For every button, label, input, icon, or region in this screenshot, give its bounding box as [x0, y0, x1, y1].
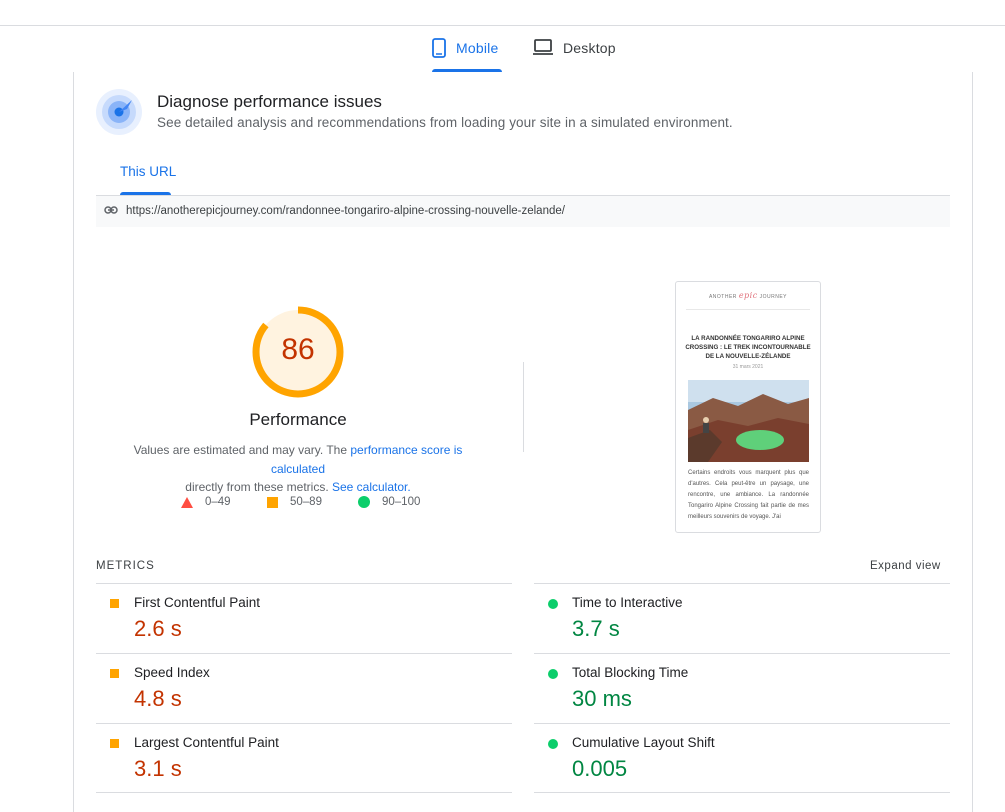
expand-view-button[interactable]: Expand view — [870, 560, 941, 572]
metrics-heading: METRICS — [96, 560, 155, 572]
performance-label: Performance — [249, 410, 347, 429]
tab-mobile-label: Mobile — [456, 40, 499, 56]
legend-average: 50–89 — [267, 496, 322, 508]
metric-label: Total Blocking Time — [572, 665, 689, 680]
tab-desktop[interactable]: Desktop — [533, 38, 623, 72]
legend-fail: 0–49 — [181, 496, 231, 508]
circle-icon — [358, 496, 370, 508]
lab-data-icon — [96, 89, 142, 135]
legend-pass-range: 90–100 — [382, 496, 421, 508]
metric-value: 30 ms — [572, 686, 632, 711]
article-body: Certains endroits vous marquent plus que… — [688, 470, 809, 520]
metric-total-blocking-time[interactable]: Total Blocking Time 30 ms — [534, 653, 950, 723]
metric-value: 4.8 s — [134, 686, 182, 711]
device-tabs: Mobile Desktop — [0, 26, 1005, 72]
metric-first-contentful-paint[interactable]: First Contentful Paint 2.6 s — [96, 583, 512, 653]
average-square-icon — [110, 669, 119, 678]
average-square-icon — [110, 739, 119, 748]
score-note-middle: directly from these metrics. — [185, 480, 332, 494]
smartphone-icon — [432, 38, 446, 58]
metrics-left-column: First Contentful Paint 2.6 s Speed Index… — [96, 583, 512, 793]
metric-speed-index[interactable]: Speed Index 4.8 s — [96, 653, 512, 723]
diagnose-title: Diagnose performance issues — [157, 92, 382, 111]
metric-largest-contentful-paint[interactable]: Largest Contentful Paint 3.1 s — [96, 723, 512, 793]
tab-desktop-label: Desktop — [563, 40, 616, 56]
metric-value: 0.005 — [572, 756, 628, 781]
site-header-divider — [686, 309, 810, 310]
final-screenshot: ANOTHER epic JOURNEY LA RANDONNÉE TONGAR… — [675, 281, 821, 533]
performance-score: 86 — [281, 333, 315, 366]
legend-pass: 90–100 — [358, 496, 420, 508]
article-title: LA RANDONNÉE TONGARIRO ALPINE CROSSING :… — [685, 335, 811, 360]
diagnose-subtitle: See detailed analysis and recommendation… — [157, 115, 733, 130]
article-photo — [688, 380, 809, 462]
metric-cumulative-layout-shift[interactable]: Cumulative Layout Shift 0.005 — [534, 723, 950, 793]
metric-label: Largest Contentful Paint — [134, 735, 279, 750]
vertical-divider — [523, 362, 524, 452]
url-bar: https://anotherepicjourney.com/randonnee… — [96, 196, 950, 227]
metric-label: Time to Interactive — [572, 595, 683, 610]
tab-this-url[interactable]: This URL — [120, 164, 176, 179]
site-logo: ANOTHER epic JOURNEY — [708, 291, 788, 300]
average-square-icon — [110, 599, 119, 608]
pass-circle-icon — [548, 739, 558, 749]
tested-url: https://anotherepicjourney.com/randonnee… — [126, 205, 565, 217]
pass-circle-icon — [548, 599, 558, 609]
article-date: 31 mars 2021 — [732, 364, 764, 370]
link-icon — [104, 206, 118, 214]
metric-label: Speed Index — [134, 665, 210, 680]
metric-value: 2.6 s — [134, 616, 182, 641]
see-calculator-link[interactable]: See calculator. — [332, 480, 411, 494]
metric-value: 3.7 s — [572, 616, 620, 641]
metric-time-to-interactive[interactable]: Time to Interactive 3.7 s — [534, 583, 950, 653]
metric-label: Cumulative Layout Shift — [572, 735, 715, 750]
metric-value: 3.1 s — [134, 756, 182, 781]
square-icon — [267, 496, 278, 508]
score-note-prefix: Values are estimated and may vary. The — [133, 443, 351, 457]
legend-average-range: 50–89 — [290, 496, 322, 508]
top-bar — [0, 0, 1005, 26]
metrics-right-column: Time to Interactive 3.7 s Total Blocking… — [534, 583, 950, 793]
score-note: Values are estimated and may vary. The p… — [106, 441, 490, 497]
legend-fail-range: 0–49 — [205, 496, 231, 508]
metric-label: First Contentful Paint — [134, 595, 261, 610]
laptop-icon — [533, 39, 553, 55]
tab-mobile[interactable]: Mobile — [432, 38, 502, 72]
pass-circle-icon — [548, 669, 558, 679]
triangle-icon — [181, 496, 193, 508]
